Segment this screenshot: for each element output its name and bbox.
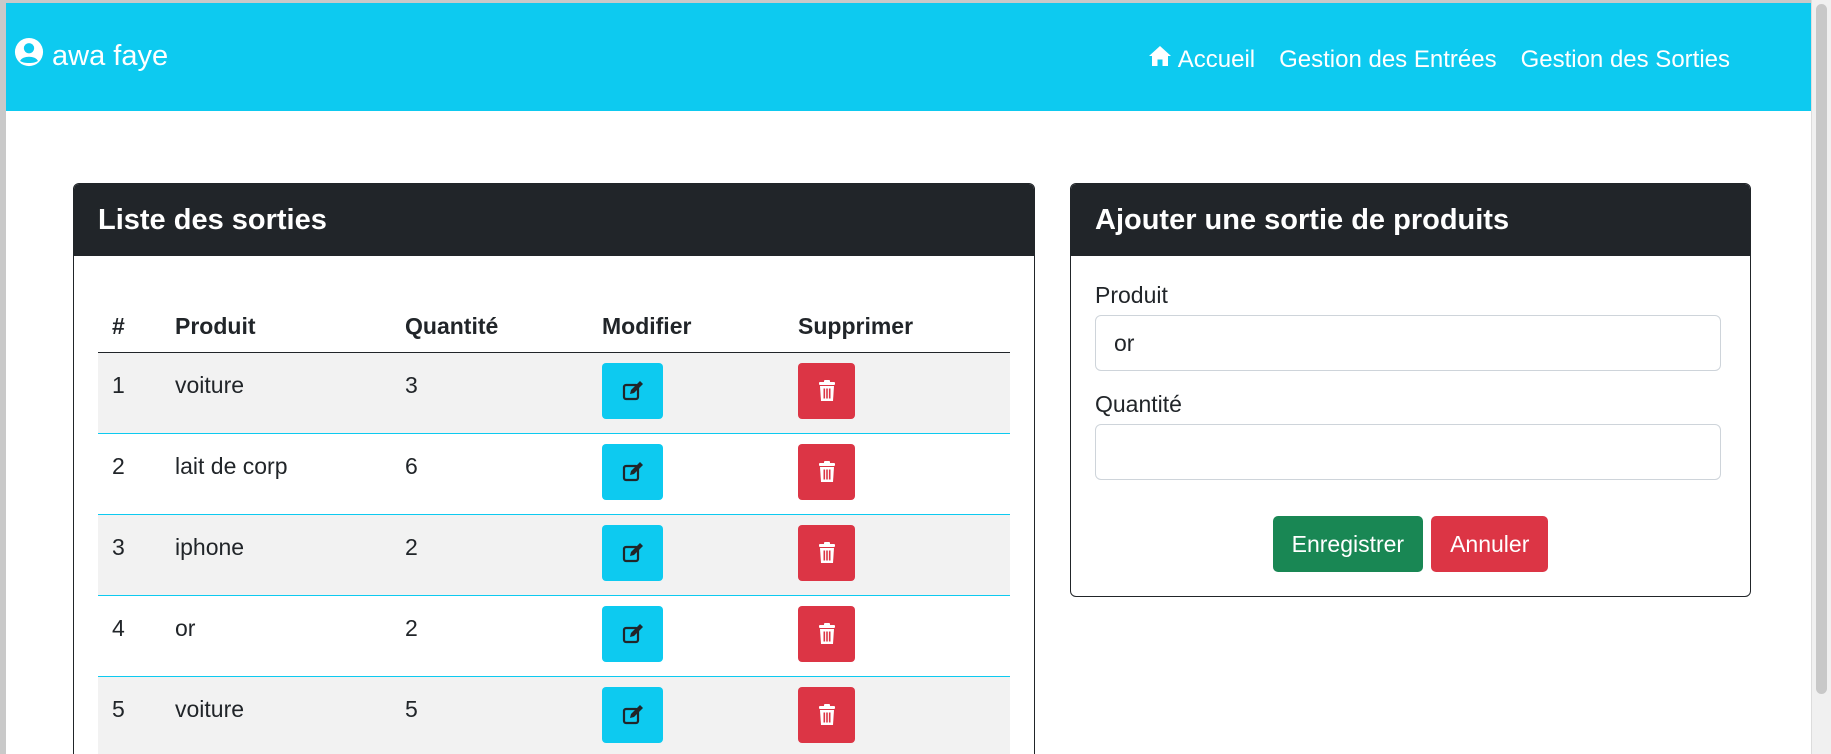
table-row: 2 lait de corp 6 — [98, 433, 1010, 515]
edit-button[interactable] — [602, 525, 663, 581]
row-quantite: 5 — [391, 676, 588, 754]
vertical-scrollbar[interactable] — [1811, 0, 1831, 754]
list-card-title: Liste des sorties — [74, 184, 1034, 256]
page: awa faye Accueil Gestion des Entrées Ges… — [6, 3, 1812, 754]
home-icon — [1148, 45, 1172, 74]
column-header-supprimer: Supprimer — [784, 300, 1010, 353]
row-id: 4 — [98, 595, 161, 677]
edit-button[interactable] — [602, 363, 663, 419]
quantite-input[interactable] — [1095, 424, 1721, 480]
sorties-list-card: Liste des sorties # Produit Quantité Mod… — [73, 183, 1035, 754]
sorties-table: # Produit Quantité Modifier Supprimer 1 … — [98, 300, 1010, 754]
delete-button[interactable] — [798, 525, 855, 581]
table-header-row: # Produit Quantité Modifier Supprimer — [98, 300, 1010, 353]
row-id: 2 — [98, 433, 161, 515]
row-id: 1 — [98, 352, 161, 434]
delete-button[interactable] — [798, 687, 855, 743]
nav-link-label: Gestion des Sorties — [1520, 45, 1730, 73]
edit-icon — [622, 624, 643, 644]
row-produit: iphone — [161, 514, 391, 596]
navbar: awa faye Accueil Gestion des Entrées Ges… — [6, 3, 1812, 111]
edit-icon — [622, 543, 643, 563]
column-header-produit: Produit — [161, 300, 391, 353]
delete-button[interactable] — [798, 363, 855, 419]
column-header-modifier: Modifier — [588, 300, 784, 353]
row-produit: voiture — [161, 676, 391, 754]
trash-icon — [818, 704, 835, 725]
delete-button[interactable] — [798, 606, 855, 662]
row-quantite: 2 — [391, 514, 588, 596]
row-produit: voiture — [161, 352, 391, 434]
nav-link-entrees[interactable]: Gestion des Entrées — [1279, 45, 1496, 74]
form-actions: Enregistrer Annuler — [1095, 516, 1726, 572]
edit-icon — [622, 705, 643, 725]
delete-button[interactable] — [798, 444, 855, 500]
save-button[interactable]: Enregistrer — [1272, 516, 1424, 572]
table-row: 5 voiture 5 — [98, 676, 1010, 754]
cancel-button[interactable]: Annuler — [1431, 516, 1549, 572]
quantite-label: Quantité — [1095, 391, 1182, 417]
row-quantite: 6 — [391, 433, 588, 515]
edit-button[interactable] — [602, 606, 663, 662]
row-quantite: 2 — [391, 595, 588, 677]
trash-icon — [818, 380, 835, 401]
nav-link-accueil[interactable]: Accueil — [1148, 45, 1255, 74]
trash-icon — [818, 461, 835, 482]
user-circle-icon — [14, 37, 44, 75]
edit-icon — [622, 381, 643, 401]
edit-icon — [622, 462, 643, 482]
sortie-form: Produit Quantité Enregistrer Annuler — [1071, 256, 1750, 572]
table-row: 1 voiture 3 — [98, 352, 1010, 434]
nav-link-label: Gestion des Entrées — [1279, 45, 1497, 73]
nav-links: Accueil Gestion des Entrées Gestion des … — [1148, 45, 1730, 74]
trash-icon — [818, 542, 835, 563]
trash-icon — [818, 623, 835, 644]
form-card-title: Ajouter une sortie de produits — [1071, 184, 1750, 256]
produit-label: Produit — [1095, 282, 1168, 308]
table-row: 4 or 2 — [98, 595, 1010, 677]
nav-link-label: Accueil — [1177, 45, 1256, 73]
row-produit: lait de corp — [161, 433, 391, 515]
add-sortie-card: Ajouter une sortie de produits Produit Q… — [1070, 183, 1751, 597]
row-quantite: 3 — [391, 352, 588, 434]
produit-input[interactable] — [1095, 315, 1721, 371]
row-produit: or — [161, 595, 391, 677]
user-brand[interactable]: awa faye — [14, 37, 168, 75]
edit-button[interactable] — [602, 687, 663, 743]
nav-link-sorties[interactable]: Gestion des Sorties — [1521, 45, 1730, 74]
column-header-id: # — [98, 300, 161, 353]
table-row: 3 iphone 2 — [98, 514, 1010, 596]
row-id: 5 — [98, 676, 161, 754]
edit-button[interactable] — [602, 444, 663, 500]
user-name: awa faye — [52, 39, 169, 72]
column-header-quantite: Quantité — [391, 300, 588, 353]
scrollbar-thumb[interactable] — [1816, 4, 1827, 694]
row-id: 3 — [98, 514, 161, 596]
